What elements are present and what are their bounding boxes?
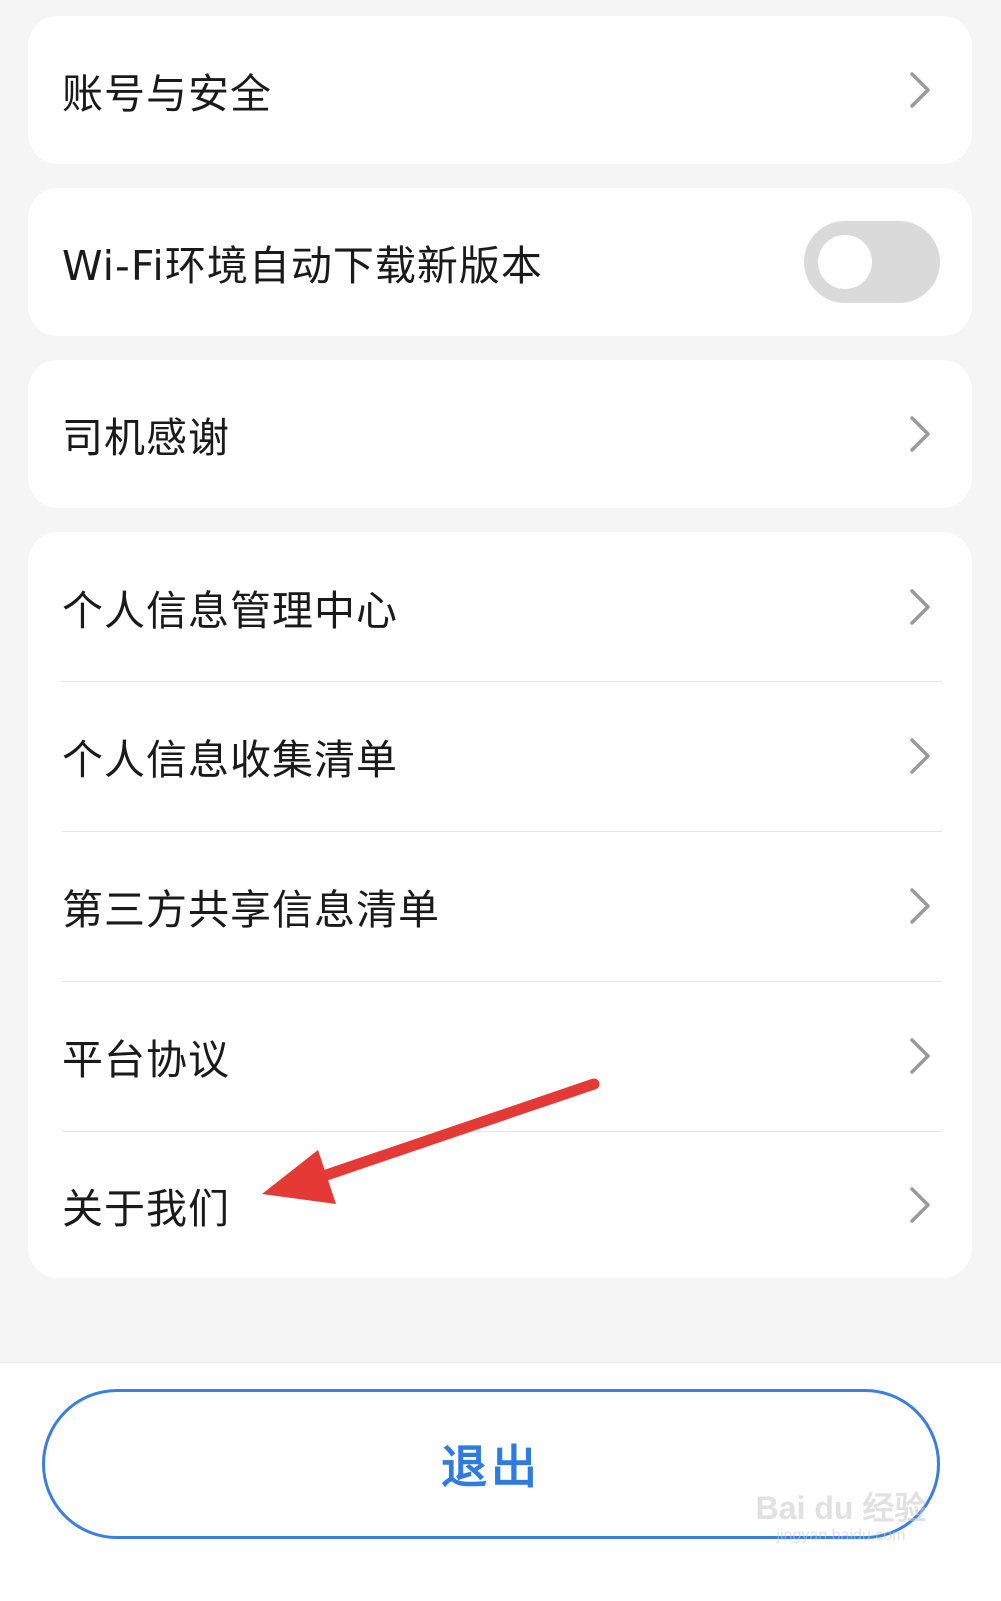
account-security-item[interactable]: 账号与安全 bbox=[28, 16, 972, 164]
chevron-right-icon bbox=[910, 72, 930, 108]
chevron-right-icon bbox=[910, 416, 930, 452]
watermark-main-text: Bai du 经验 bbox=[755, 1490, 927, 1526]
about-us-item[interactable]: 关于我们 bbox=[28, 1131, 972, 1278]
watermark-logo: Bai du 经验 jingyan.baidu.com bbox=[751, 1490, 931, 1550]
toggle-knob bbox=[818, 235, 872, 289]
personal-info-center-item[interactable]: 个人信息管理中心 bbox=[28, 532, 972, 682]
privacy-card: 个人信息管理中心 个人信息收集清单 第三方共享信息清单 平台协议 关于我们 bbox=[28, 532, 972, 1278]
watermark-sub-text: jingyan.baidu.com bbox=[776, 1527, 906, 1544]
platform-agreement-label: 平台协议 bbox=[62, 1036, 230, 1084]
account-security-card: 账号与安全 bbox=[28, 16, 972, 164]
third-party-sharing-label: 第三方共享信息清单 bbox=[62, 886, 440, 934]
chevron-right-icon bbox=[910, 738, 930, 774]
logout-label: 退出 bbox=[441, 1440, 541, 1494]
chevron-right-icon bbox=[910, 1186, 930, 1223]
chevron-right-icon bbox=[910, 1038, 930, 1074]
wifi-auto-update-toggle[interactable] bbox=[804, 221, 940, 303]
wifi-auto-update-item: Wi-Fi环境自动下载新版本 bbox=[28, 188, 972, 336]
chevron-right-icon bbox=[910, 888, 930, 924]
account-security-label: 账号与安全 bbox=[62, 70, 272, 118]
wifi-auto-update-card: Wi-Fi环境自动下载新版本 bbox=[28, 188, 972, 336]
driver-thanks-card: 司机感谢 bbox=[28, 360, 972, 508]
personal-info-center-label: 个人信息管理中心 bbox=[62, 587, 398, 635]
about-us-label: 关于我们 bbox=[62, 1184, 230, 1233]
personal-info-collection-item[interactable]: 个人信息收集清单 bbox=[28, 681, 972, 831]
footer: 退出 bbox=[0, 1362, 1001, 1601]
driver-thanks-label: 司机感谢 bbox=[62, 414, 230, 462]
personal-info-collection-label: 个人信息收集清单 bbox=[62, 736, 398, 784]
platform-agreement-item[interactable]: 平台协议 bbox=[28, 981, 972, 1131]
third-party-sharing-item[interactable]: 第三方共享信息清单 bbox=[28, 831, 972, 981]
wifi-auto-update-label: Wi-Fi环境自动下载新版本 bbox=[62, 242, 543, 290]
driver-thanks-item[interactable]: 司机感谢 bbox=[28, 360, 972, 508]
chevron-right-icon bbox=[910, 589, 930, 625]
